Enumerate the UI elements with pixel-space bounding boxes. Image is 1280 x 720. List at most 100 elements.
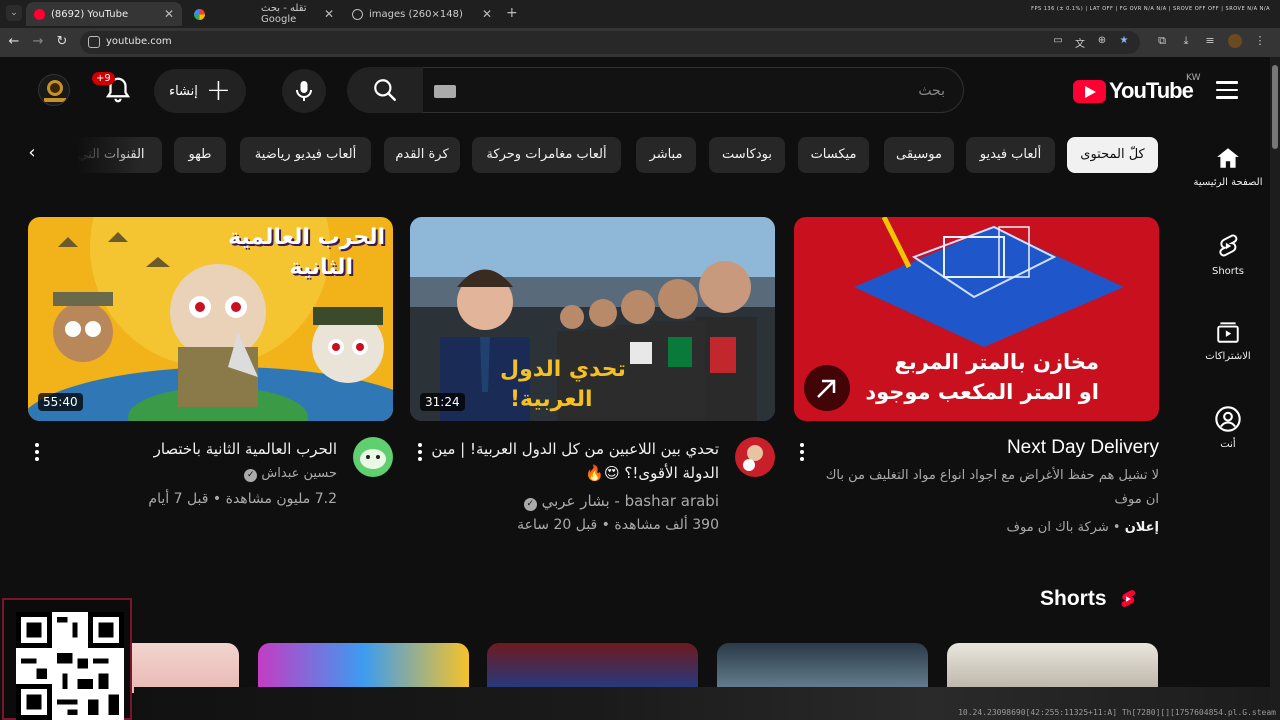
translate-icon[interactable]: 文: [1074, 35, 1086, 50]
nav-home-label: الصفحة الرئيسية: [1193, 177, 1263, 188]
scrollbar-thumb[interactable]: [1272, 65, 1278, 149]
channel-name[interactable]: حسين عبداش: [261, 466, 337, 481]
video-title-line-2: الدولة الأقوى!؟ 😍🔥: [585, 464, 719, 482]
create-label: إنشاء: [168, 83, 198, 99]
ad-dot: •: [1108, 520, 1121, 535]
ad-sponsor: شركة باك ان موف: [1006, 520, 1109, 535]
tab-title: (8692) YouTube: [51, 8, 129, 20]
chip-adventure-games[interactable]: ألعاب مغامرات وحركة: [472, 137, 621, 173]
bookmark-star-icon[interactable]: ★: [1118, 35, 1130, 49]
back-arrow-icon[interactable]: ←: [6, 34, 22, 49]
url-text[interactable]: youtube.com: [106, 36, 172, 47]
country-code: KW: [1186, 73, 1201, 83]
nav-you[interactable]: أنت: [1186, 405, 1270, 475]
channel-name-row[interactable]: حسين عبداش ✓: [244, 466, 337, 482]
forward-arrow-icon[interactable]: →: [30, 34, 46, 49]
search-input[interactable]: [525, 80, 945, 102]
ad-thumb-text-1: مخازن بالمتر المربع: [894, 350, 1099, 374]
extensions-icon[interactable]: ⧉: [1156, 34, 1168, 48]
short-card[interactable]: [947, 643, 1158, 693]
ad-thumbnail[interactable]: مخازن بالمتر المربع او المتر المكعب موجو…: [794, 217, 1159, 421]
page-scrollbar[interactable]: [1270, 57, 1280, 720]
video-duration: 55:40: [38, 393, 83, 411]
chevron-left-icon[interactable]: ‹: [20, 142, 44, 163]
video-thumb-text-2: الثانية: [289, 255, 353, 280]
chip-all[interactable]: كلّ المحتوى: [1067, 137, 1158, 173]
browser-tab-youtube[interactable]: (8692) YouTube ✕: [26, 2, 182, 26]
short-card[interactable]: [487, 643, 698, 693]
reload-icon[interactable]: ↻: [54, 34, 70, 49]
shorts-title: Shorts: [1040, 587, 1107, 610]
guide-menu-icon[interactable]: [1216, 81, 1238, 99]
profile-avatar[interactable]: [1228, 34, 1242, 48]
short-card[interactable]: [258, 643, 469, 693]
video-thumbnail[interactable]: تحدي الدول العربية! 31:24: [410, 217, 775, 421]
keyboard-icon[interactable]: [434, 85, 456, 98]
account-avatar[interactable]: [38, 74, 70, 106]
close-tab-icon[interactable]: ✕: [482, 7, 492, 21]
video-meta: 7.2 مليون مشاهدة • قبل 7 أيام: [148, 491, 337, 507]
shorts-logo-icon: [1121, 590, 1135, 607]
ad-more-icon[interactable]: [794, 441, 810, 465]
youtube-play-icon: [1073, 79, 1106, 103]
search-box[interactable]: [421, 67, 964, 113]
channel-avatar[interactable]: [735, 437, 775, 477]
close-tab-icon[interactable]: ✕: [324, 7, 334, 21]
new-tab-icon[interactable]: +: [506, 5, 518, 21]
perf-overlay-stats: FPS 136 (± 0.1%) | LAT OFF | FG OVR N/A …: [1031, 6, 1270, 12]
ad-title[interactable]: Next Day Delivery: [1007, 437, 1159, 459]
download-icon[interactable]: ⤓: [1180, 34, 1192, 48]
chip-podcasts[interactable]: بودكاست: [709, 137, 785, 173]
voice-search-button[interactable]: [282, 69, 326, 113]
browser-menu-icon[interactable]: ⋮: [1254, 34, 1266, 48]
reading-list-icon[interactable]: ≡: [1204, 34, 1216, 48]
short-card[interactable]: [717, 643, 928, 693]
chip-football[interactable]: كرة القدم: [384, 137, 460, 173]
nav-shorts-label: Shorts: [1211, 266, 1245, 277]
video-thumb-text-2: العربية!: [510, 387, 593, 412]
chip-sports-games[interactable]: ألعاب فيديو رياضية: [240, 137, 371, 173]
nav-shorts[interactable]: Shorts: [1186, 232, 1270, 302]
chip-gaming[interactable]: ألعاب فيديو: [966, 137, 1055, 173]
video-title[interactable]: الحرب العالمية الثانية باختصار: [37, 437, 337, 461]
tab-search-button[interactable]: ⌄: [6, 5, 22, 21]
video-more-icon[interactable]: [412, 441, 428, 465]
channel-avatar-image: [360, 449, 386, 469]
ad-description-2: ان موف: [1114, 492, 1159, 507]
youtube-logo[interactable]: YouTube: [1073, 78, 1194, 104]
zoom-icon[interactable]: ⊕: [1096, 35, 1108, 49]
nav-home[interactable]: الصفحة الرئيسية: [1186, 145, 1270, 215]
video-title-line-1: تحدي بين اللاعبين من كل الدول العربية! |…: [431, 440, 719, 458]
video-thumbnail[interactable]: الحرب العالمية الثانية 55:40: [28, 217, 393, 421]
video-title[interactable]: تحدي بين اللاعبين من كل الدول العربية! |…: [419, 437, 719, 485]
nav-subscriptions[interactable]: الاشتراكات: [1186, 319, 1270, 389]
debug-overlay-text: 10.24.23098690[42:255:11325+11:A] Th[728…: [958, 708, 1276, 717]
create-button[interactable]: إنشاء +: [154, 69, 246, 113]
cast-icon[interactable]: ▭: [1052, 35, 1064, 49]
google-favicon-icon: [194, 8, 205, 20]
ad-thumb-text-2: او المتر المكعب موجود: [865, 380, 1099, 404]
address-bar[interactable]: youtube.com ▭ 文 ⊕ ★: [80, 31, 1140, 54]
subscriptions-icon: [1217, 322, 1239, 343]
channel-name[interactable]: bashar arabi - بشار عربي: [542, 492, 719, 510]
chip-music[interactable]: موسيقى: [884, 137, 954, 173]
channel-name-row[interactable]: bashar arabi - بشار عربي ✓: [523, 492, 719, 511]
site-info-icon[interactable]: [88, 36, 100, 48]
browser-toolbar: ← → ↻ youtube.com ▭ 文 ⊕ ★ ⧉ ⤓ ≡ ⋮: [0, 28, 1280, 57]
browser-tab-images[interactable]: images (260×148) ✕: [344, 2, 500, 26]
search-icon: [374, 79, 396, 101]
browser-tab-google[interactable]: تقله - بحث Google ✕: [186, 2, 342, 26]
chip-mixes[interactable]: ميكسات: [798, 137, 869, 173]
close-tab-icon[interactable]: ✕: [164, 7, 174, 21]
channel-avatar[interactable]: [353, 437, 393, 477]
search-button[interactable]: [347, 67, 423, 113]
video-thumb-text-1: الحرب العالمية: [228, 225, 385, 250]
chip-cooking[interactable]: طهو: [174, 137, 226, 173]
shorts-icon: [1219, 234, 1238, 257]
microphone-icon: [296, 81, 312, 101]
video-more-icon[interactable]: [29, 441, 45, 465]
ad-description-1: لا تشيل هم حفظ الأغراض مع اجواد انواع مو…: [825, 468, 1159, 483]
filter-chips-bar: كلّ المحتوى ألعاب فيديو موسيقى ميكسات بو…: [0, 137, 1170, 175]
browser-tab-bar: ⌄ (8692) YouTube ✕ تقله - بحث Google ✕ i…: [0, 0, 1280, 28]
chip-live[interactable]: مباشر: [636, 137, 696, 173]
